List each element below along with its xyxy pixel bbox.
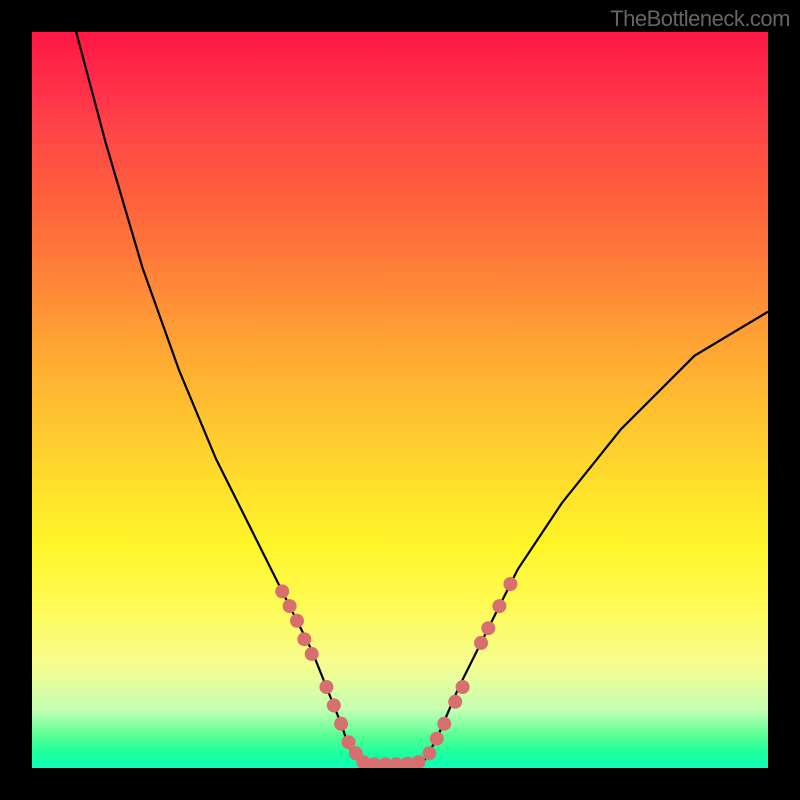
data-point — [437, 717, 451, 731]
data-point — [481, 621, 495, 635]
data-point — [327, 698, 341, 712]
data-point — [283, 599, 297, 613]
plot-area — [32, 32, 768, 768]
data-point — [334, 717, 348, 731]
data-point — [430, 732, 444, 746]
data-point — [492, 599, 506, 613]
data-point — [319, 680, 333, 694]
data-point — [275, 584, 289, 598]
data-point — [503, 577, 517, 591]
data-point — [305, 647, 319, 661]
bottleneck-curve — [76, 32, 768, 767]
data-point — [411, 755, 425, 768]
data-point — [297, 632, 311, 646]
data-point — [456, 680, 470, 694]
data-point — [448, 695, 462, 709]
watermark-text: TheBottleneck.com — [610, 6, 790, 32]
data-point — [474, 636, 488, 650]
data-point — [290, 614, 304, 628]
data-point — [422, 746, 436, 760]
curve-svg — [32, 32, 768, 768]
